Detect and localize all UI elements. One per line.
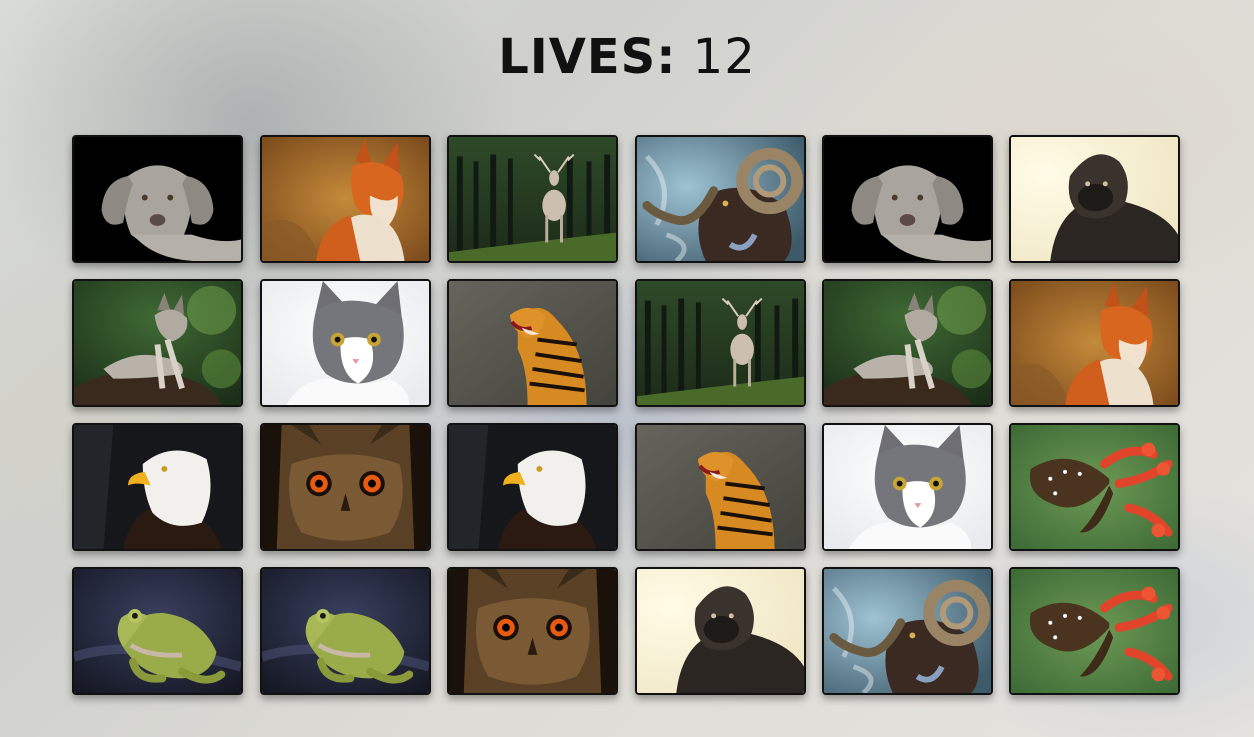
frog-image <box>74 569 241 693</box>
card-gorilla[interactable] <box>1009 135 1180 263</box>
card-tiger[interactable] <box>635 423 806 551</box>
card-butterfly[interactable] <box>1009 423 1180 551</box>
card-grid <box>72 135 1180 695</box>
card-fox[interactable] <box>260 135 431 263</box>
card-owl[interactable] <box>260 423 431 551</box>
card-gorilla[interactable] <box>635 567 806 695</box>
card-deer[interactable] <box>447 135 618 263</box>
eagle-image <box>449 425 616 549</box>
dog-image <box>824 137 991 261</box>
wolf-image <box>824 281 991 405</box>
lives-value: 12 <box>692 29 756 85</box>
lives-counter: LIVES: 12 <box>0 28 1254 86</box>
cat-image <box>262 281 429 405</box>
tiger-image <box>449 281 616 405</box>
dog-image <box>74 137 241 261</box>
ram-image <box>637 137 804 261</box>
card-owl[interactable] <box>447 567 618 695</box>
wolf-image <box>74 281 241 405</box>
card-eagle[interactable] <box>72 423 243 551</box>
card-ram[interactable] <box>822 567 993 695</box>
cat-image <box>824 425 991 549</box>
card-tiger[interactable] <box>447 279 618 407</box>
card-cat[interactable] <box>822 423 993 551</box>
fox-image <box>1011 281 1178 405</box>
owl-image <box>449 569 616 693</box>
ram-image <box>824 569 991 693</box>
card-cat[interactable] <box>260 279 431 407</box>
card-deer[interactable] <box>635 279 806 407</box>
card-eagle[interactable] <box>447 423 618 551</box>
butterfly-image <box>1011 569 1178 693</box>
card-butterfly[interactable] <box>1009 567 1180 695</box>
card-fox[interactable] <box>1009 279 1180 407</box>
deer-image <box>637 281 804 405</box>
fox-image <box>262 137 429 261</box>
card-dog[interactable] <box>822 135 993 263</box>
owl-image <box>262 425 429 549</box>
gorilla-image <box>637 569 804 693</box>
card-dog[interactable] <box>72 135 243 263</box>
eagle-image <box>74 425 241 549</box>
butterfly-image <box>1011 425 1178 549</box>
card-ram[interactable] <box>635 135 806 263</box>
card-frog[interactable] <box>260 567 431 695</box>
gorilla-image <box>1011 137 1178 261</box>
card-wolf[interactable] <box>822 279 993 407</box>
card-wolf[interactable] <box>72 279 243 407</box>
card-frog[interactable] <box>72 567 243 695</box>
lives-label: LIVES: <box>498 29 677 85</box>
frog-image <box>262 569 429 693</box>
tiger-image <box>637 425 804 549</box>
deer-image <box>449 137 616 261</box>
